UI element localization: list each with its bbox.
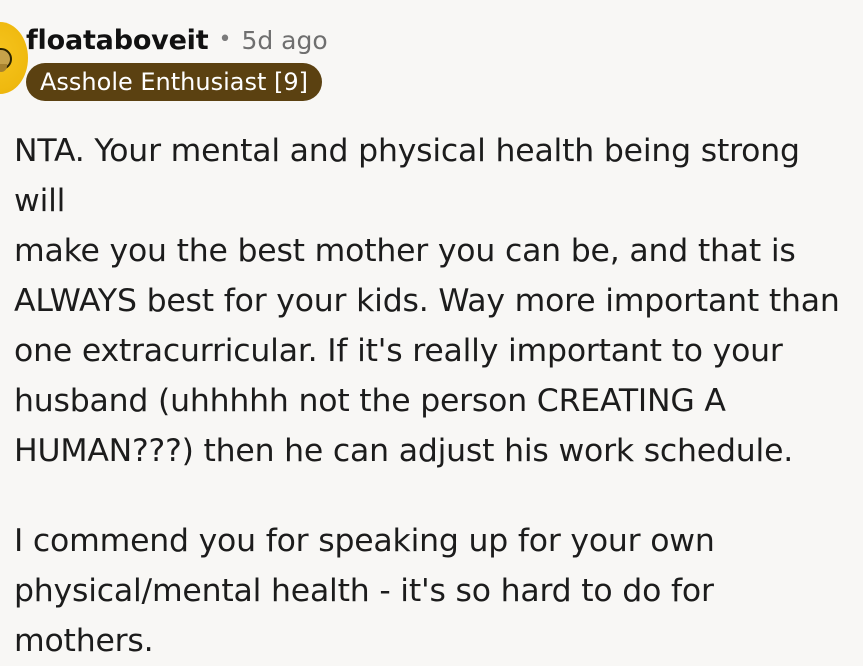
user-flair-badge: Asshole Enthusiast [9] [26,63,323,101]
username-link[interactable]: floataboveit [26,25,209,56]
avatar-face [0,48,12,72]
meta-separator: • [218,27,232,52]
user-avatar-icon[interactable] [0,22,28,94]
comment-paragraph: NTA. Your mental and physical health bei… [14,133,840,469]
comment-header: floataboveit • 5d ago [26,20,328,60]
comment-body: NTA. Your mental and physical health bei… [14,126,859,666]
comment-timestamp[interactable]: 5d ago [241,26,327,55]
comment-paragraph: I commend you for speaking up for your o… [14,523,715,659]
